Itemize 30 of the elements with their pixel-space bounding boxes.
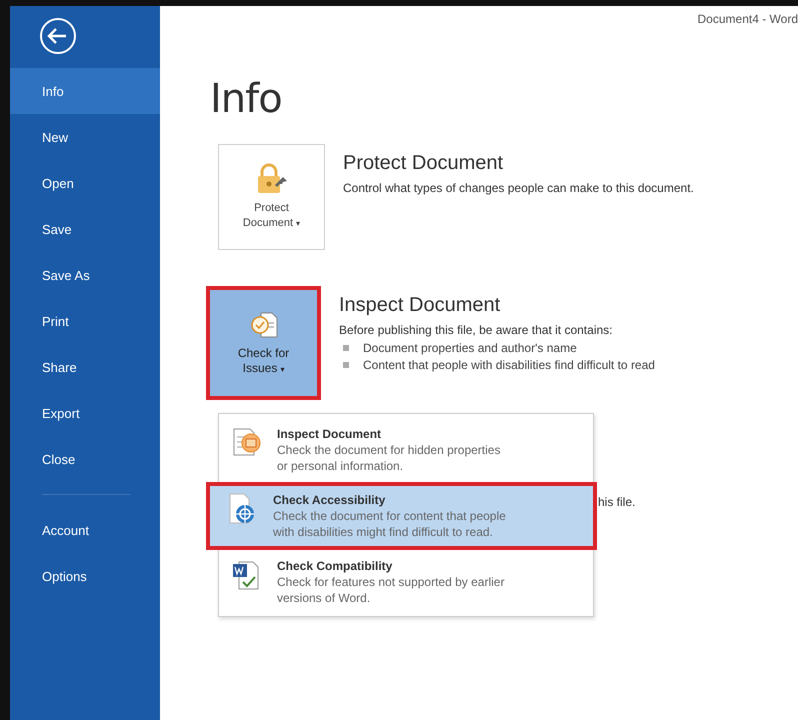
window-title: Document4 - Word [698, 12, 798, 26]
menu-item[interactable]: Check Accessibility Check the document for content that people with disabilities might find difficult to read. [210, 486, 593, 546]
menu-item[interactable]: Check Compatibility Check for features not supported by earlier versions of Word. [223, 554, 589, 610]
bullet-text: Content that people with disabilities find difficult to read [363, 358, 655, 372]
sidebar-item[interactable]: Info [10, 68, 160, 114]
document-inspect-icon [231, 426, 263, 458]
page-title: Info [210, 76, 283, 122]
bullet-icon [343, 345, 349, 351]
check-for-issues-button[interactable]: Check for Issues ▾ [210, 290, 317, 396]
sidebar-item[interactable]: Export [10, 390, 160, 436]
sidebar-item[interactable]: Close [10, 436, 160, 482]
protect-document-button[interactable]: Protect Document ▾ [218, 144, 325, 250]
bullet-text: Document properties and author's name [363, 341, 577, 355]
document-check-icon [248, 310, 278, 340]
sidebar-item[interactable]: Print [10, 298, 160, 344]
section-title: Protect Document [343, 152, 504, 175]
sidebar-item[interactable]: Share [10, 344, 160, 390]
section-description: Control what types of changes people can make to this document. [343, 181, 694, 195]
section-title: Inspect Document [339, 294, 502, 317]
sidebar-item[interactable]: Account [10, 507, 160, 553]
bullet-icon [343, 362, 349, 368]
back-button[interactable] [38, 16, 78, 56]
sidebar-item[interactable]: Save [10, 206, 160, 252]
sidebar-item[interactable]: Options [10, 553, 160, 599]
sidebar-item[interactable]: Save As [10, 252, 160, 298]
section-text: his file. [598, 495, 636, 509]
section-description: Before publishing this file, be aware that it contains: [339, 323, 614, 337]
sidebar-item[interactable]: New [10, 114, 160, 160]
menu-item[interactable]: Inspect Document Check the document for hidden properties or personal information. [223, 422, 589, 478]
sidebar-item[interactable]: Open [10, 160, 160, 206]
